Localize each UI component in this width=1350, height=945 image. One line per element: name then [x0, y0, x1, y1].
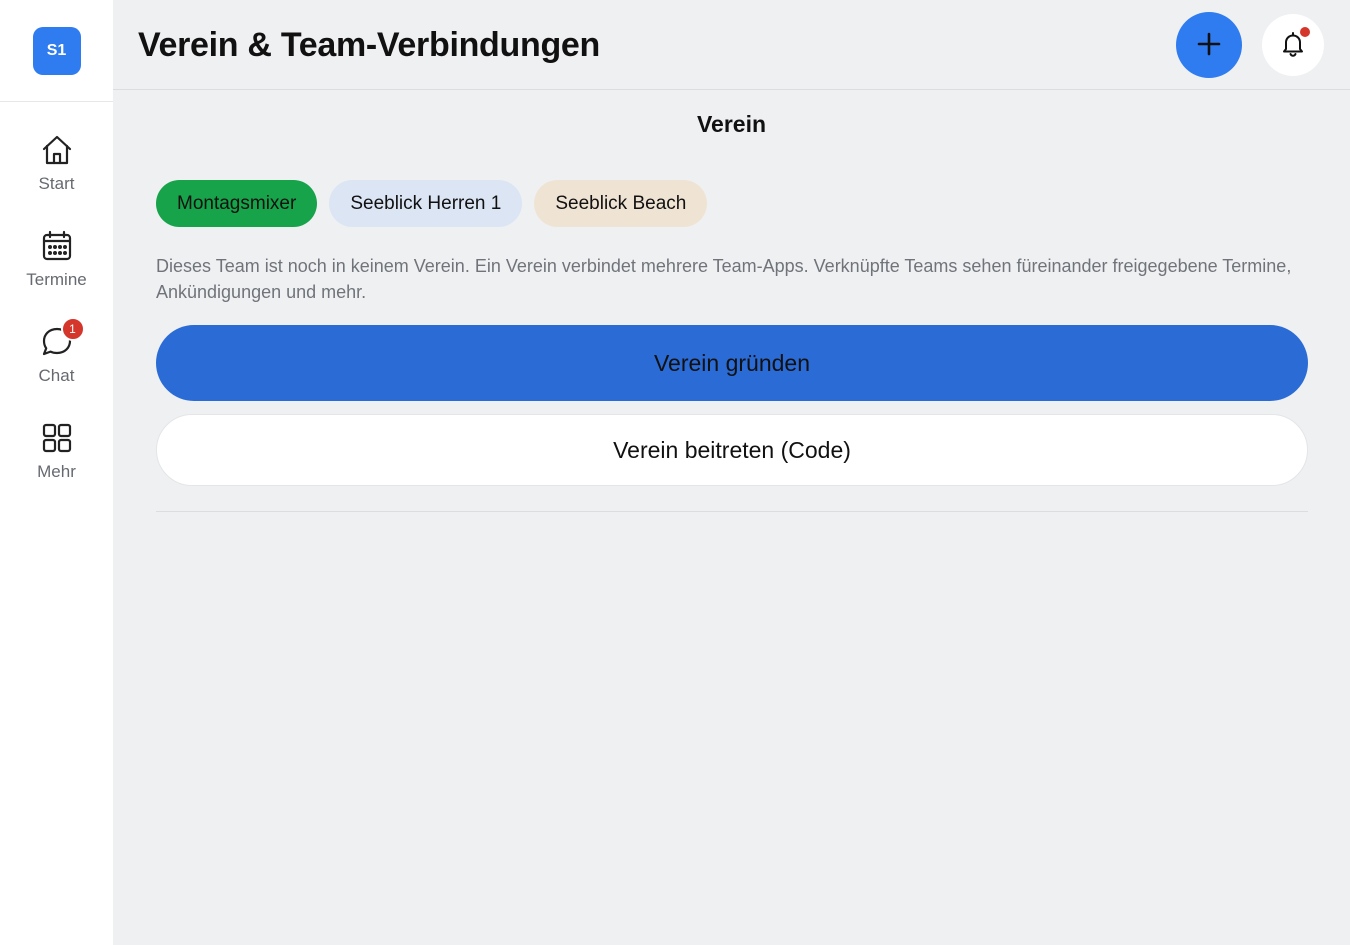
notification-dot [1300, 27, 1310, 37]
home-icon [39, 132, 75, 168]
create-club-button[interactable]: Verein gründen [156, 325, 1308, 401]
main-content: Verein Montagsmixer Seeblick Herren 1 Se… [113, 91, 1350, 945]
sidebar-item-label: Mehr [37, 462, 76, 481]
sidebar-item-mehr[interactable]: Mehr [0, 390, 113, 481]
page-title: Verein & Team-Verbindungen [138, 26, 601, 64]
calendar-icon [39, 228, 75, 264]
team-chips: Montagsmixer Seeblick Herren 1 Seeblick … [156, 180, 708, 227]
add-button[interactable] [1176, 12, 1242, 78]
sidebar: S1 Start Termine 1 Chat Mehr [0, 0, 113, 945]
sidebar-item-label: Termine [26, 270, 87, 289]
join-club-button[interactable]: Verein beitreten (Code) [156, 414, 1308, 486]
chat-icon: 1 [39, 317, 85, 360]
team-chip-seeblick-beach[interactable]: Seeblick Beach [534, 180, 708, 227]
description-text: Dieses Team ist noch in keinem Verein. E… [156, 256, 1292, 302]
page-header: Verein & Team-Verbindungen [113, 0, 1350, 90]
sidebar-item-label: Chat [38, 366, 75, 385]
chat-badge: 1 [60, 317, 85, 341]
app-root: S1 Start Termine 1 Chat Mehr Verein & Te… [0, 0, 1350, 945]
sidebar-header: S1 [0, 0, 113, 102]
section-title: Verein [696, 111, 767, 137]
plus-icon [1195, 30, 1223, 61]
sidebar-item-start[interactable]: Start [0, 102, 113, 193]
team-chip-montagsmixer[interactable]: Montagsmixer [156, 180, 318, 227]
sidebar-item-label: Start [38, 174, 75, 193]
divider [156, 511, 1308, 512]
team-chip-seeblick-herren-1[interactable]: Seeblick Herren 1 [329, 180, 523, 227]
team-avatar[interactable]: S1 [32, 26, 81, 75]
grid-icon [39, 420, 75, 456]
sidebar-item-chat[interactable]: 1 Chat [0, 294, 113, 385]
notifications-button[interactable] [1262, 14, 1324, 76]
sidebar-item-termine[interactable]: Termine [0, 198, 113, 289]
